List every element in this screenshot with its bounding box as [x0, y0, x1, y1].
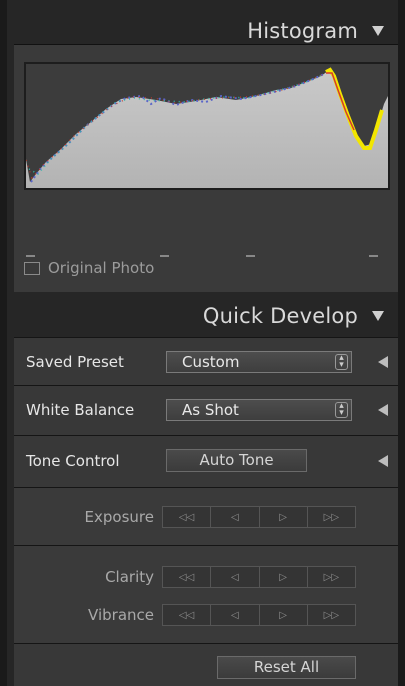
tone-control-row: Tone Control Auto Tone: [14, 435, 398, 487]
clarity-label: Clarity: [105, 568, 154, 586]
tone-control-label: Tone Control: [26, 452, 120, 470]
original-photo-label: Original Photo: [48, 259, 155, 277]
step-large-increase-button[interactable]: ▷▷: [308, 567, 355, 587]
original-photo-checkbox[interactable]: [24, 261, 40, 275]
step-small-decrease-button[interactable]: ◁: [211, 507, 260, 527]
saved-preset-select[interactable]: Custom ▴ ▾: [166, 351, 352, 373]
histogram-graph: [24, 62, 390, 190]
histogram-divider-tick: [160, 255, 169, 257]
select-spinner-icon: ▴ ▾: [335, 402, 348, 418]
vibrance-label: Vibrance: [88, 606, 154, 624]
step-small-decrease-button[interactable]: ◁: [211, 605, 260, 625]
white-balance-select[interactable]: As Shot ▴ ▾: [166, 399, 352, 421]
step-large-increase-button[interactable]: ▷▷: [308, 507, 355, 527]
histogram-fill: [26, 71, 388, 188]
step-large-decrease-button[interactable]: ◁◁: [163, 605, 212, 625]
histogram-divider-tick: [246, 255, 255, 257]
white-balance-row: White Balance As Shot ▴ ▾: [14, 385, 398, 435]
saved-preset-row: Saved Preset Custom ▴ ▾: [14, 337, 398, 385]
reset-row: Reset All: [14, 643, 398, 686]
histogram-plot: [26, 67, 388, 188]
collapse-triangle-icon[interactable]: [372, 311, 384, 321]
step-small-increase-button[interactable]: ▷: [260, 567, 308, 587]
presence-group: Clarity ◁◁ ◁ ▷ ▷▷ Vibrance ◁◁ ◁ ▷ ▷▷: [14, 545, 398, 643]
white-balance-label: White Balance: [26, 401, 135, 419]
exposure-stepper[interactable]: ◁◁ ◁ ▷ ▷▷: [162, 506, 356, 528]
histogram-panel: [14, 44, 398, 292]
histogram-divider-tick: [26, 255, 35, 257]
quick-develop-header[interactable]: Quick Develop: [7, 295, 398, 337]
step-large-decrease-button[interactable]: ◁◁: [163, 507, 212, 527]
reset-all-button[interactable]: Reset All: [217, 656, 356, 679]
exposure-label: Exposure: [84, 508, 154, 526]
auto-tone-button[interactable]: Auto Tone: [166, 449, 307, 472]
step-small-increase-button[interactable]: ▷: [260, 507, 308, 527]
saved-preset-label: Saved Preset: [26, 353, 124, 371]
clarity-stepper[interactable]: ◁◁ ◁ ▷ ▷▷: [162, 566, 356, 588]
histogram-title: Histogram: [247, 19, 358, 43]
disclosure-triangle-icon[interactable]: [378, 455, 388, 467]
exposure-row: Exposure ◁◁ ◁ ▷ ▷▷: [14, 487, 398, 545]
histogram-divider-tick: [369, 255, 378, 257]
disclosure-triangle-icon[interactable]: [378, 404, 388, 416]
step-large-increase-button[interactable]: ▷▷: [308, 605, 355, 625]
saved-preset-value: Custom: [182, 353, 240, 371]
collapse-triangle-icon[interactable]: [372, 26, 384, 36]
quick-develop-panel: Saved Preset Custom ▴ ▾ White Balance As …: [14, 337, 398, 686]
original-photo-toggle[interactable]: Original Photo: [24, 259, 154, 277]
white-balance-value: As Shot: [182, 401, 239, 419]
select-spinner-icon: ▴ ▾: [335, 354, 348, 370]
quick-develop-title: Quick Develop: [202, 304, 358, 328]
step-small-increase-button[interactable]: ▷: [260, 605, 308, 625]
vibrance-stepper[interactable]: ◁◁ ◁ ▷ ▷▷: [162, 604, 356, 626]
disclosure-triangle-icon[interactable]: [378, 356, 388, 368]
step-small-decrease-button[interactable]: ◁: [211, 567, 260, 587]
step-large-decrease-button[interactable]: ◁◁: [163, 567, 212, 587]
